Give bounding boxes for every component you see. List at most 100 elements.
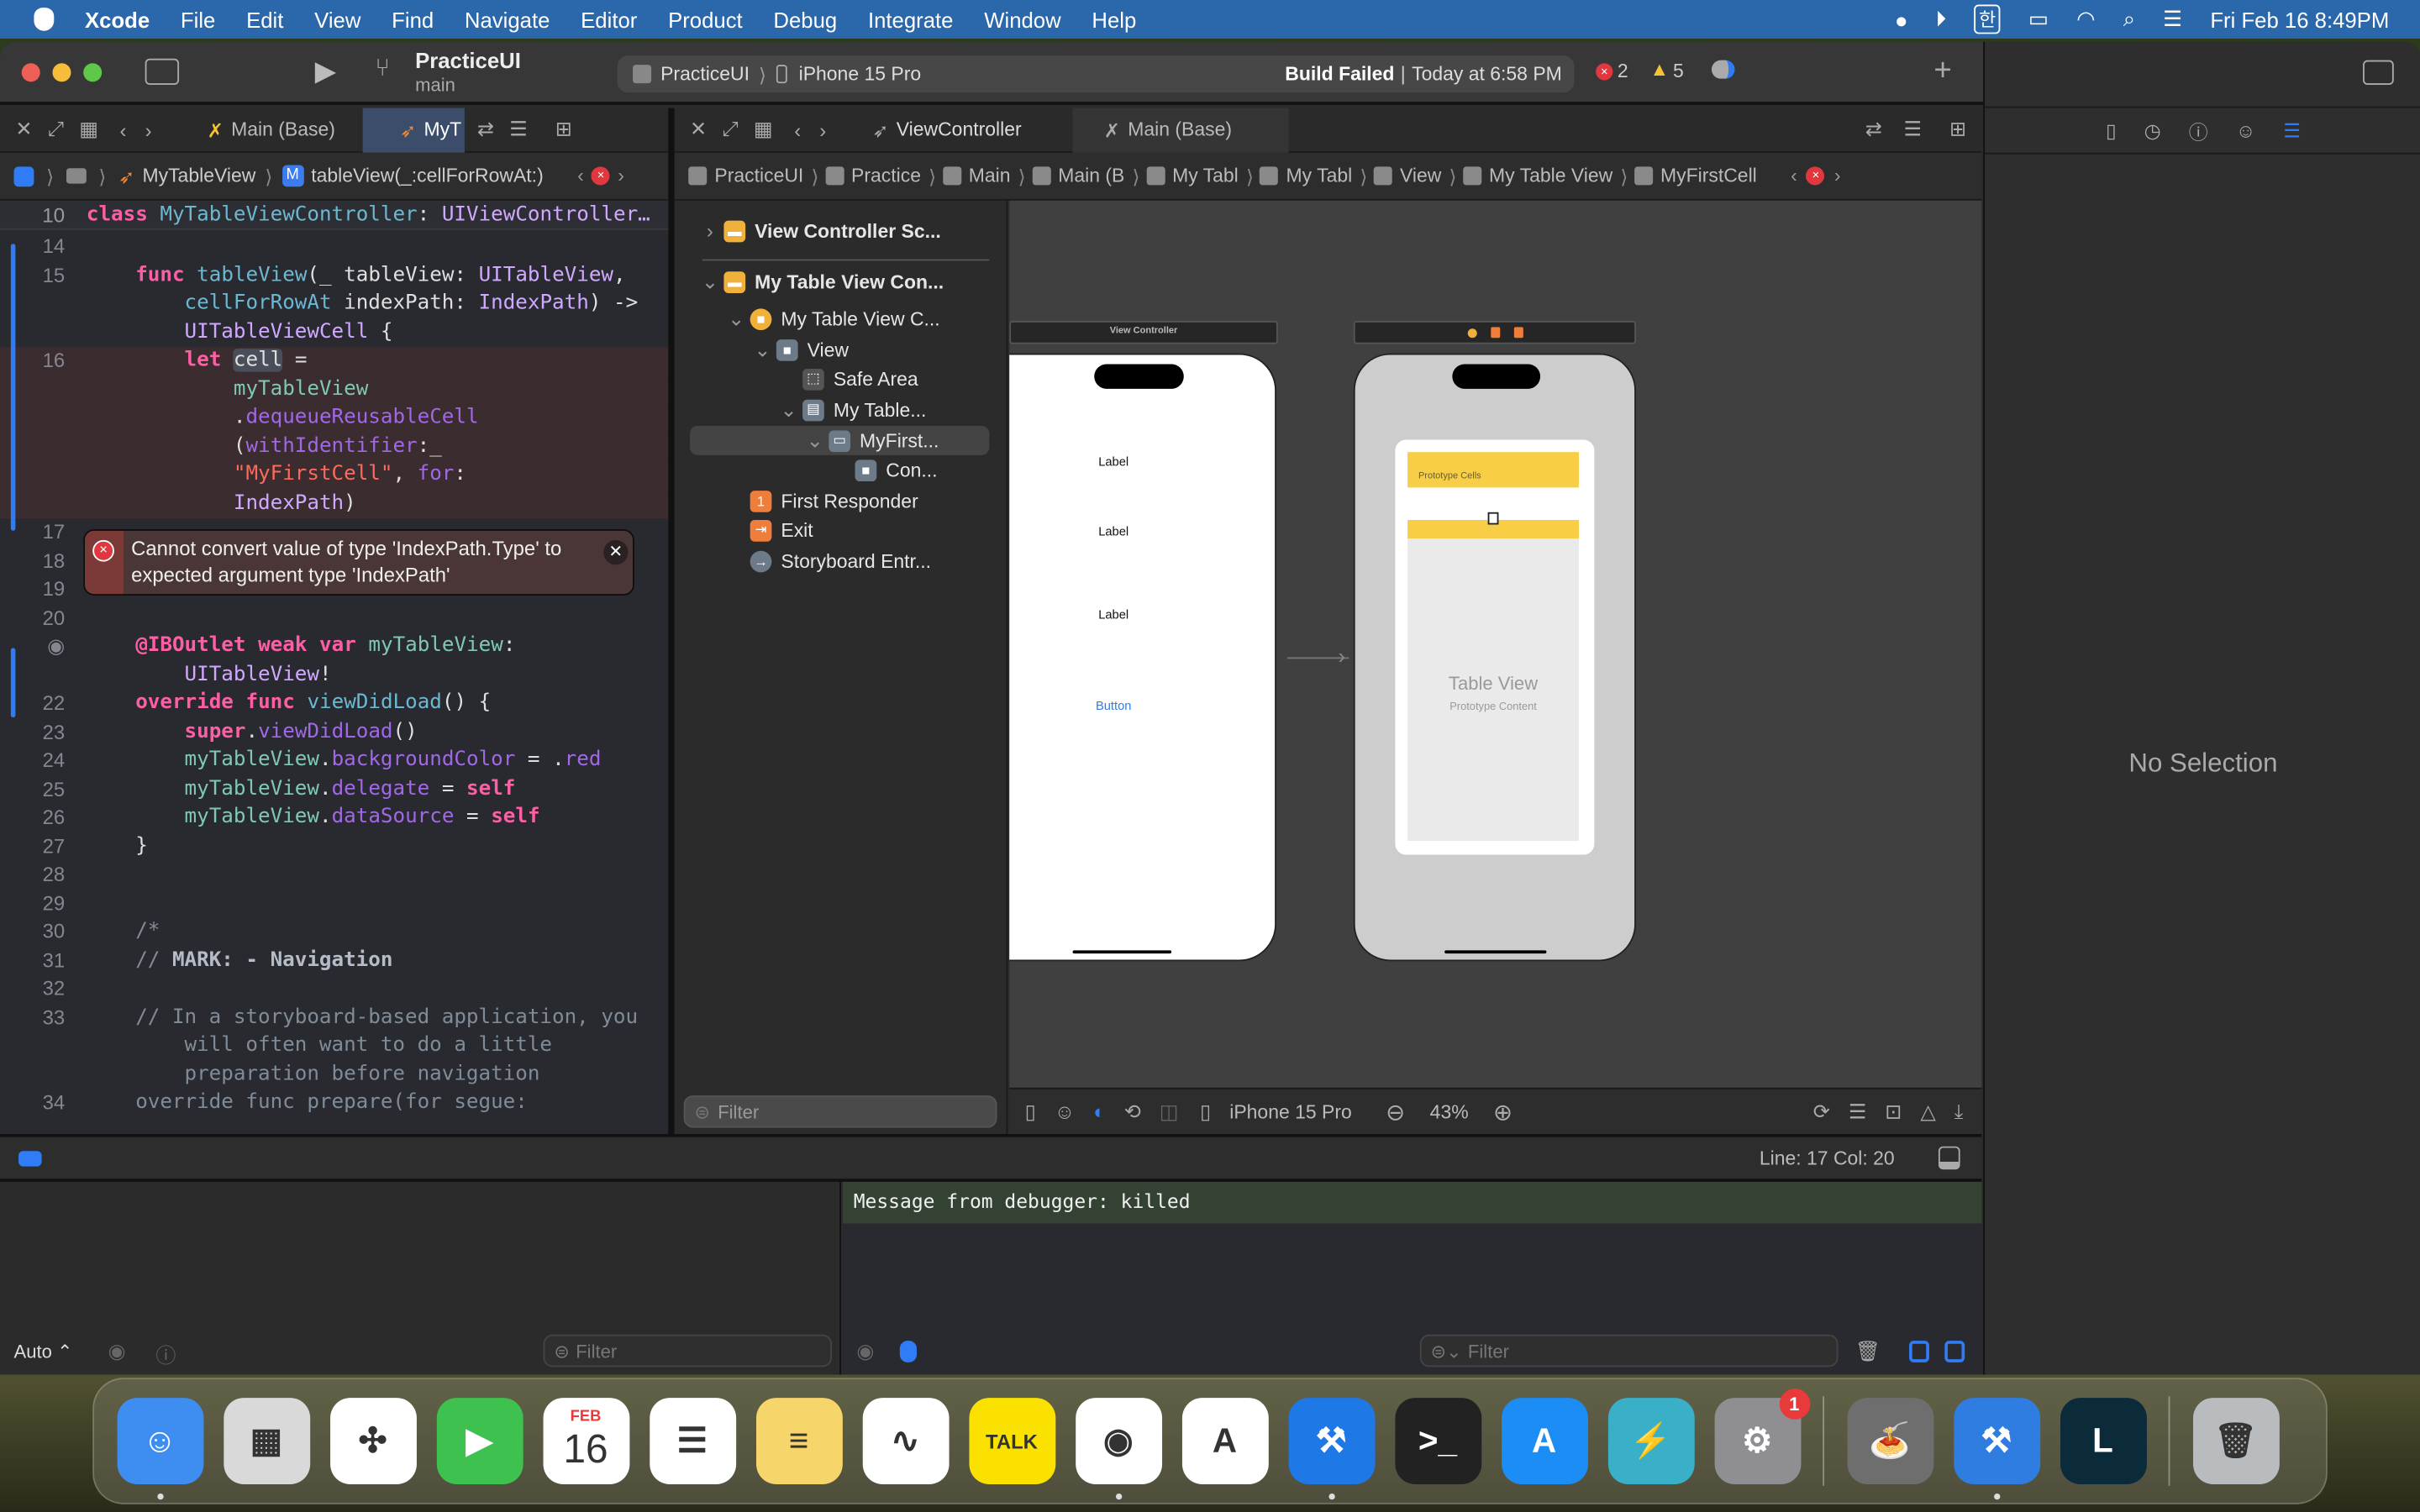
code-line[interactable]: 28 (0, 861, 668, 890)
code-line[interactable]: 27 } (0, 832, 668, 861)
menu-integrate[interactable]: Integrate (868, 7, 954, 31)
label-element[interactable]: Label (1009, 455, 1278, 470)
dock-system-settings[interactable]: ⚙ 1 (1713, 1389, 1810, 1484)
zoom-in-icon[interactable]: ⊕ (1493, 1098, 1512, 1126)
editor-options-icon[interactable]: ☰ (509, 118, 527, 142)
jump-item[interactable]: Main (969, 165, 1011, 187)
menu-window[interactable]: Window (984, 7, 1060, 31)
code-line[interactable]: 32 (0, 975, 668, 1004)
code-line[interactable]: 34 override func prepare(for segue: (0, 1089, 668, 1118)
control-center-icon[interactable]: ☰ (2163, 6, 2182, 32)
folder-icon[interactable] (66, 168, 87, 184)
code-line[interactable]: 29 (0, 890, 668, 918)
editor-options-icon[interactable]: ☰ (1903, 118, 1921, 142)
eye-icon[interactable]: ◉ (108, 1339, 126, 1363)
code-line[interactable]: .dequeueReusableCell (0, 404, 669, 433)
dock-launchpad[interactable]: ▦ (223, 1398, 310, 1484)
korean-input-icon[interactable]: 한 (1974, 4, 2001, 34)
navigator-toggle-icon[interactable] (145, 58, 180, 86)
warning-icon[interactable]: ▲ (1649, 59, 1669, 81)
outline-item[interactable]: 1 First Responder (725, 486, 918, 516)
zoom-window-button[interactable] (83, 63, 103, 82)
zoom-level[interactable]: 43% (1430, 1101, 1469, 1123)
dock-facetime[interactable]: ▶ (435, 1398, 523, 1484)
button-element[interactable]: Button (1009, 699, 1278, 713)
code-line[interactable]: (withIdentifier:_ (0, 433, 669, 462)
cell-content-handle[interactable] (1487, 512, 1499, 525)
dock-calendar[interactable]: FEB 16 (542, 1398, 629, 1484)
jump-item[interactable]: MyFirstCell (1660, 165, 1757, 187)
issue-error-icon[interactable]: × (1806, 166, 1825, 186)
exit-icon[interactable] (1512, 327, 1523, 339)
label-element[interactable]: Label (1009, 524, 1278, 538)
eye-icon[interactable]: ◉ (856, 1339, 874, 1363)
jump-item[interactable]: My Tabl (1286, 165, 1353, 187)
outline-item[interactable]: ⬚ Safe Area (778, 364, 918, 393)
forward-icon[interactable]: › (145, 118, 152, 142)
outline-item[interactable]: › ▬ View Controller Sc... (699, 216, 941, 245)
debug-area-toggle[interactable] (18, 1151, 42, 1167)
jump-symbol[interactable]: tableView(_:cellForRowAt:) (311, 165, 543, 187)
outlet-connection-icon[interactable]: ◉ (0, 633, 65, 661)
code-line[interactable]: 24 myTableView.backgroundColor = .red (0, 747, 668, 775)
update-frames-icon[interactable]: ⟳ (1813, 1100, 1830, 1124)
split-view-icon[interactable]: ◫ (1160, 1100, 1179, 1124)
dock-kakaotalk[interactable]: TALK (968, 1398, 1055, 1484)
forward-icon[interactable]: › (819, 118, 826, 142)
chevron-down-icon[interactable]: ⌄ (699, 270, 721, 294)
code-line[interactable]: 14 (0, 233, 668, 261)
quick-help-icon[interactable]: ⓘ (2189, 116, 2208, 145)
grid-icon[interactable]: ▦ (754, 118, 773, 142)
dock-safari[interactable]: ✣ (329, 1398, 417, 1484)
code-line[interactable]: 22 override func viewDidLoad() { (0, 690, 668, 718)
console-output-toggle[interactable] (899, 1341, 918, 1362)
show-console-icon[interactable] (1944, 1341, 1965, 1362)
code-line[interactable]: 20 (0, 604, 668, 633)
scene-dock-bar[interactable] (1353, 321, 1636, 344)
inspector-toggle-icon[interactable] (2363, 60, 2394, 86)
tab-mytableview[interactable]: ➶ MyT (362, 107, 466, 152)
code-line[interactable]: preparation before navigation (0, 1061, 668, 1089)
add-editor-icon[interactable]: ⊞ (555, 118, 572, 142)
issue-error-icon[interactable]: × (591, 166, 611, 186)
code-line[interactable]: will often want to do a little (0, 1032, 668, 1061)
dock-xcode[interactable]: ⚒ (1287, 1398, 1375, 1500)
error-count[interactable]: 2 (1618, 60, 1628, 82)
add-library-icon[interactable]: + (1933, 54, 1951, 89)
jump-item[interactable]: View (1400, 165, 1441, 187)
file-inspector-icon[interactable]: ▯ (2106, 118, 2117, 142)
first-responder-icon[interactable] (1490, 327, 1500, 339)
minimize-window-button[interactable] (52, 63, 71, 82)
dismiss-error-button[interactable]: ✕ (603, 539, 629, 565)
device-icon[interactable]: ▯ (1200, 1100, 1211, 1124)
source-editor[interactable]: 14 15 func tableView(_ tableView: UITable… (0, 200, 669, 1135)
menu-navigate[interactable]: Navigate (465, 7, 550, 31)
dock-trash[interactable]: 🗑 (2192, 1398, 2279, 1484)
code-line[interactable]: 31 // MARK: - Navigation (0, 947, 668, 975)
table-view-controller-scene[interactable]: Prototype Cells Table View Prototype Con… (1353, 353, 1636, 962)
prev-issue-icon[interactable]: ‹ (577, 165, 584, 187)
destination-selector[interactable]: iPhone 15 Pro (799, 63, 922, 85)
code-line[interactable]: IndexPath) (0, 490, 669, 519)
menu-edit[interactable]: Edit (246, 7, 283, 31)
coconut-battery-icon[interactable]: ● (1895, 7, 1908, 31)
dock-cooking-app[interactable]: 🍝 (1846, 1398, 1933, 1484)
code-line[interactable]: cellForRowAt indexPath: IndexPath) -> (0, 290, 668, 318)
menu-clock[interactable]: Fri Feb 16 8:49PM (2210, 7, 2389, 31)
outline-item[interactable]: ⌄ ▤ My Table... (778, 395, 926, 424)
identity-inspector-icon[interactable]: ☺ (2236, 119, 2255, 141)
code-line[interactable]: myTableView (0, 375, 669, 405)
spotlight-search-icon[interactable]: ⌕ (2123, 6, 2135, 32)
console-filter-input[interactable]: ⊜⌄ Filter (1419, 1334, 1839, 1368)
dock-chrome[interactable]: ◉ (1075, 1398, 1162, 1500)
expand-editor-icon[interactable]: ⤢ (48, 118, 64, 142)
dock-league-of-legends[interactable]: L (2060, 1398, 2146, 1484)
console-view[interactable]: Message from debugger: killed ◉ ⊜⌄ Filter… (842, 1181, 1982, 1375)
close-editor-icon[interactable]: ✕ (15, 118, 32, 142)
chevron-right-icon[interactable]: › (699, 219, 721, 243)
error-bubble[interactable]: × Cannot convert value of type 'IndexPat… (83, 529, 634, 596)
chevron-down-icon[interactable]: ⌄ (778, 397, 800, 422)
scene-title-bar[interactable]: View Controller (1009, 321, 1278, 344)
menu-editor[interactable]: Editor (581, 7, 637, 31)
jump-item[interactable]: Main (B (1058, 165, 1124, 187)
